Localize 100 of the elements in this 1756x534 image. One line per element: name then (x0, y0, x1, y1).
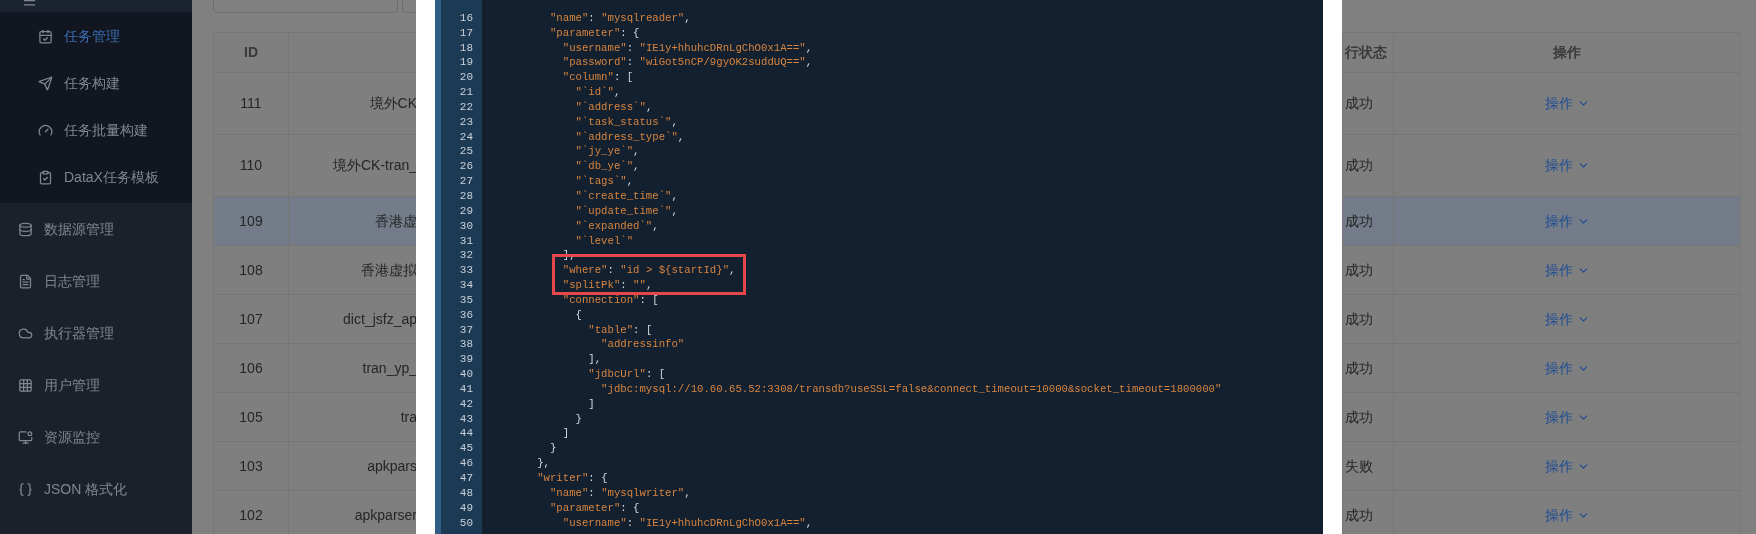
line-number: 18 (459, 41, 473, 54)
sidebar-item[interactable]: 任务构建 (0, 60, 192, 107)
line-number: 38 (459, 338, 473, 351)
code-line: } (574, 412, 582, 425)
table-cell-text: 105 (239, 407, 263, 427)
grid-icon (18, 377, 33, 393)
line-number: 35 (459, 293, 473, 306)
line-number: 33 (459, 264, 473, 277)
line-number: 17 (459, 26, 473, 39)
monitor-icon (18, 429, 33, 445)
sidebar-item[interactable]: 资源监控 (0, 411, 192, 463)
calendar-icon (38, 29, 53, 44)
code-line: "`address`", (574, 100, 653, 113)
table-cell-text: 境外CK-tran_ (331, 156, 417, 175)
table-cell-text: 108 (239, 260, 263, 280)
line-number: 24 (459, 130, 473, 143)
code-line: "column": [ (561, 71, 634, 84)
actions-dropdown[interactable]: 操作 (1544, 155, 1590, 176)
gauge-icon (38, 123, 53, 138)
table-cell-text: 106 (239, 358, 263, 378)
code-line: }, (536, 457, 550, 470)
actions-dropdown[interactable]: 操作 (1544, 504, 1590, 526)
actions-dropdown[interactable]: 操作 (1544, 259, 1590, 281)
actions-dropdown[interactable]: 操作 (1544, 93, 1590, 114)
line-number: 39 (459, 353, 473, 366)
line-number: 48 (459, 486, 473, 499)
line-number: 19 (459, 56, 473, 69)
table-cell-text: apkparser (353, 505, 417, 525)
line-number: 40 (459, 368, 473, 381)
code-line: "table": [ (587, 323, 653, 336)
code-line: "`jy_ye`", (574, 145, 640, 158)
line-number: 44 (459, 427, 473, 440)
table-cell-text: 成功 (1345, 211, 1373, 231)
line-number: 27 (459, 175, 473, 188)
table-cell-text: 香港虚 (374, 211, 417, 231)
code-line: { (574, 308, 582, 321)
sidebar-item[interactable]: 任务管理 (0, 13, 192, 60)
code-line: "`update_time`", (574, 204, 678, 217)
table-cell-text: 失败 (1345, 456, 1373, 476)
code-line: ], (587, 353, 602, 366)
code-line: "`task_status`", (574, 115, 678, 128)
table-cell-text: 成功 (1345, 156, 1373, 175)
line-number: 46 (459, 457, 473, 470)
line-number: 16 (459, 11, 473, 24)
line-number: 30 (459, 219, 473, 232)
table-cell-text: 成功 (1345, 260, 1373, 280)
line-number: 50 (459, 516, 473, 529)
actions-dropdown[interactable]: 操作 (1544, 357, 1590, 379)
actions-dropdown[interactable]: 操作 (1544, 210, 1590, 232)
line-number: 37 (459, 323, 473, 336)
code-line: "`level`" (574, 234, 634, 247)
table-cell-text: 103 (239, 456, 263, 476)
code-line: "username": "IE1y+hhuhcDRnLgChO0x1A==", (561, 516, 813, 529)
line-number: 23 (459, 115, 473, 128)
line-number: 45 (459, 442, 473, 455)
sidebar-item[interactable]: DataX任务模板 (0, 154, 192, 201)
table-cell-text: 107 (239, 309, 263, 329)
table-cell-text: 109 (239, 211, 263, 231)
code-line: "splitPk": "", (561, 279, 653, 292)
line-number: 31 (459, 234, 473, 247)
actions-dropdown[interactable]: 操作 (1544, 308, 1590, 330)
table-cell-text: 成功 (1345, 94, 1373, 113)
line-number: 36 (459, 308, 473, 321)
braces-icon (18, 481, 33, 497)
code-line: "where": "id > ${startId}", (561, 264, 736, 277)
code-line: ] (561, 427, 570, 440)
code-line: "parameter": { (548, 501, 640, 514)
line-number: 49 (459, 501, 473, 514)
sidebar-item[interactable]: 用户管理 (0, 359, 192, 411)
sidebar-item[interactable]: 任务批量构建 (0, 107, 192, 154)
line-number: 20 (459, 71, 473, 84)
sidebar-item[interactable]: JSON 格式化 (0, 463, 192, 515)
paper-plane-icon (38, 76, 53, 91)
table-cell-text: 成功 (1345, 407, 1373, 427)
document-icon (18, 273, 33, 289)
code-line: "`create_time`", (574, 189, 678, 202)
table-cell-text: dict_jsfz_ap (342, 309, 417, 329)
code-line: "name": "mysqlwriter", (548, 486, 691, 499)
line-number: 28 (459, 189, 473, 202)
column-header: ID (244, 43, 258, 62)
sidebar-item[interactable]: 日志管理 (0, 255, 192, 307)
line-number: 26 (459, 160, 473, 173)
code-line: "`id`", (574, 86, 621, 99)
line-number: 29 (459, 204, 473, 217)
clipboard-icon (38, 170, 53, 185)
table-cell-text: 境外CK (368, 94, 417, 113)
table-cell-text: 111 (240, 94, 262, 113)
table-cell-text: 102 (239, 505, 263, 525)
line-number: 42 (459, 397, 473, 410)
column-header: 行状态 (1345, 43, 1387, 62)
table-cell-text: tra (399, 407, 417, 427)
table-cell-text: apkpars (366, 456, 417, 476)
actions-dropdown[interactable]: 操作 (1544, 406, 1590, 428)
actions-dropdown[interactable]: 操作 (1544, 455, 1590, 477)
sidebar-item[interactable]: 数据源管理 (0, 203, 192, 255)
line-number: 41 (459, 382, 473, 395)
table-cell-text: 成功 (1345, 309, 1373, 329)
code-line: "addressinfo" (600, 338, 685, 351)
table-cell-text: 香港虚拟 (360, 260, 417, 280)
sidebar-item[interactable]: 执行器管理 (0, 307, 192, 359)
